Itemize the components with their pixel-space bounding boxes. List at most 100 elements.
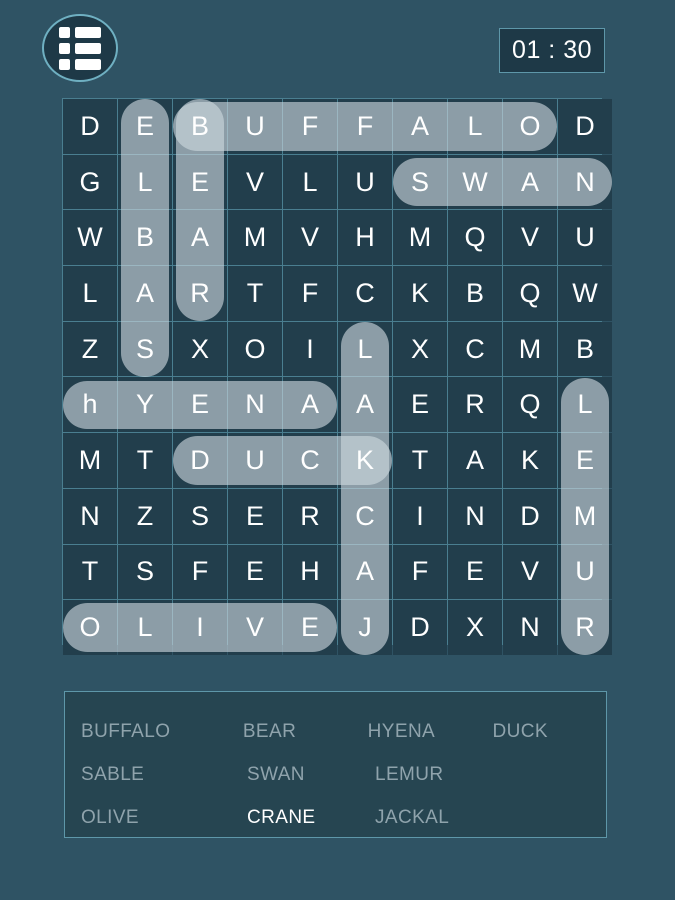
grid-cell[interactable] (118, 488, 172, 544)
grid-cell[interactable] (448, 433, 502, 488)
grid-cell[interactable] (173, 321, 227, 377)
menu-button[interactable] (42, 14, 118, 82)
word-list-item[interactable]: HYENA (368, 721, 493, 743)
grid-cell[interactable] (448, 488, 502, 544)
grid-cell[interactable] (228, 488, 282, 544)
grid-cell[interactable] (173, 433, 227, 488)
grid-cell[interactable] (503, 210, 557, 266)
grid-cell[interactable] (393, 321, 447, 377)
grid-cell[interactable] (283, 321, 337, 377)
grid-cell[interactable] (558, 377, 612, 433)
grid-cell[interactable] (393, 154, 447, 210)
grid-cell[interactable] (503, 266, 557, 321)
grid-cell[interactable] (393, 488, 447, 544)
grid-cell[interactable] (558, 154, 612, 210)
grid-cell[interactable] (63, 154, 117, 210)
grid-cell[interactable] (63, 600, 117, 655)
grid-cell[interactable] (283, 377, 337, 433)
grid-cell[interactable] (118, 210, 172, 266)
grid-cell[interactable] (173, 154, 227, 210)
grid-cells[interactable] (62, 98, 612, 655)
grid-cell[interactable] (63, 488, 117, 544)
grid-cell[interactable] (228, 266, 282, 321)
grid-cell[interactable] (63, 377, 117, 433)
grid-cell[interactable] (228, 544, 282, 600)
grid-cell[interactable] (448, 266, 502, 321)
grid-cell[interactable] (393, 433, 447, 488)
grid-cell[interactable] (283, 154, 337, 210)
grid-cell[interactable] (338, 154, 392, 210)
grid-cell[interactable] (173, 600, 227, 655)
grid-cell[interactable] (63, 321, 117, 377)
grid-cell[interactable] (338, 433, 392, 488)
grid-cell[interactable] (558, 321, 612, 377)
grid-cell[interactable] (63, 433, 117, 488)
grid-cell[interactable] (228, 321, 282, 377)
grid-cell[interactable] (448, 377, 502, 433)
grid-cell[interactable] (338, 488, 392, 544)
grid-cell[interactable] (283, 433, 337, 488)
grid-cell[interactable] (448, 321, 502, 377)
grid-cell[interactable] (503, 488, 557, 544)
grid-cell[interactable] (228, 99, 282, 154)
word-list-item[interactable]: BEAR (243, 721, 368, 743)
word-list-item[interactable]: LEMUR (375, 764, 503, 786)
grid-cell[interactable] (338, 544, 392, 600)
grid-cell[interactable] (338, 210, 392, 266)
grid-cell[interactable] (338, 266, 392, 321)
grid-cell[interactable] (448, 154, 502, 210)
word-list-item[interactable]: CRANE (247, 807, 375, 829)
word-list-item[interactable]: DUCK (492, 721, 590, 743)
word-list-item[interactable]: SABLE (81, 764, 247, 786)
grid-cell[interactable] (63, 210, 117, 266)
grid-cell[interactable] (338, 321, 392, 377)
grid-cell[interactable] (63, 99, 117, 154)
grid-cell[interactable] (393, 600, 447, 655)
grid-cell[interactable] (118, 544, 172, 600)
grid-cell[interactable] (338, 99, 392, 154)
grid-cell[interactable] (283, 600, 337, 655)
grid-cell[interactable] (283, 266, 337, 321)
grid-cell[interactable] (448, 99, 502, 154)
grid-cell[interactable] (393, 266, 447, 321)
grid-cell[interactable] (503, 544, 557, 600)
grid-cell[interactable] (173, 266, 227, 321)
grid-cell[interactable] (118, 99, 172, 154)
grid-cell[interactable] (173, 99, 227, 154)
word-list-item[interactable]: BUFFALO (81, 721, 243, 743)
grid-cell[interactable] (558, 266, 612, 321)
grid-cell[interactable] (503, 99, 557, 154)
grid-cell[interactable] (63, 266, 117, 321)
grid-cell[interactable] (118, 600, 172, 655)
grid-cell[interactable] (503, 154, 557, 210)
grid-cell[interactable] (338, 377, 392, 433)
grid-cell[interactable] (558, 488, 612, 544)
grid-cell[interactable] (118, 377, 172, 433)
grid-cell[interactable] (393, 210, 447, 266)
grid-cell[interactable] (283, 488, 337, 544)
grid-cell[interactable] (503, 600, 557, 655)
grid-cell[interactable] (118, 154, 172, 210)
grid-cell[interactable] (558, 99, 612, 154)
grid-cell[interactable] (393, 377, 447, 433)
grid-cell[interactable] (283, 99, 337, 154)
grid-cell[interactable] (503, 377, 557, 433)
grid-cell[interactable] (173, 544, 227, 600)
grid-cell[interactable] (228, 600, 282, 655)
grid-cell[interactable] (448, 544, 502, 600)
grid-cell[interactable] (448, 210, 502, 266)
grid-cell[interactable] (118, 433, 172, 488)
grid-cell[interactable] (558, 600, 612, 655)
grid-cell[interactable] (118, 321, 172, 377)
grid-cell[interactable] (558, 433, 612, 488)
grid-cell[interactable] (173, 210, 227, 266)
grid-cell[interactable] (503, 433, 557, 488)
grid-cell[interactable] (228, 154, 282, 210)
grid-cell[interactable] (283, 210, 337, 266)
word-list-item[interactable]: SWAN (247, 764, 375, 786)
grid-cell[interactable] (503, 321, 557, 377)
grid-cell[interactable] (448, 600, 502, 655)
grid-cell[interactable] (393, 99, 447, 154)
grid-cell[interactable] (283, 544, 337, 600)
grid-cell[interactable] (173, 377, 227, 433)
